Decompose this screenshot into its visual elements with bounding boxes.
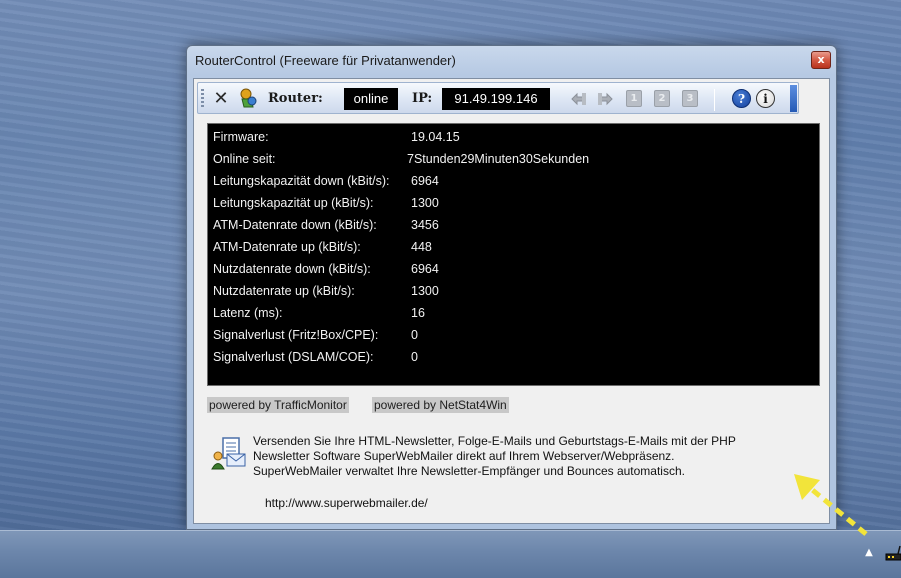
info-value: 1300 [411, 284, 439, 298]
info-row-online-since: Online seit: 7Stunden29Minuten30Sekunden [213, 148, 813, 170]
info-label: Online seit: [213, 152, 276, 166]
newsletter-icon [211, 436, 247, 470]
info-label: Leitungskapazität down (kBit/s): [213, 174, 390, 188]
powered-by-trafficmonitor-link[interactable]: powered by TrafficMonitor [207, 397, 349, 413]
disconnect-icon[interactable]: ✕ [212, 87, 230, 111]
info-row-atm-up: ATM-Datenrate up (kBit/s): 448 [213, 236, 813, 258]
info-label: Signalverlust (DSLAM/COE): [213, 350, 374, 364]
show-hidden-icons-chevron[interactable]: ▲ [862, 546, 876, 560]
ad-line-3: SuperWebMailer verwaltet Ihre Newsletter… [253, 464, 685, 478]
toolbar-grip[interactable] [201, 89, 204, 109]
router-info-panel: Firmware: 19.04.15 Online seit: 7Stunden… [207, 123, 820, 386]
router-status: online [344, 88, 398, 110]
superwebmailer-link[interactable]: http://www.superwebmailer.de/ [265, 496, 428, 510]
preset-1-button[interactable]: 1 [626, 90, 642, 107]
info-row-payload-up: Nutzdatenrate up (kBit/s): 1300 [213, 280, 813, 302]
info-value: 0 [411, 350, 418, 364]
info-label: Signalverlust (Fritz!Box/CPE): [213, 328, 379, 342]
info-value: 16 [411, 306, 425, 320]
info-value: 1300 [411, 196, 439, 210]
toolbar: ✕ Router: online IP: 91.49.199.146 1 2 3 [197, 82, 799, 114]
info-value: 19.04.15 [411, 130, 460, 144]
info-label: ATM-Datenrate up (kBit/s): [213, 240, 361, 254]
annotation-arrow-icon [794, 474, 868, 536]
info-value: 6964 [411, 262, 439, 276]
info-value: 448 [411, 240, 432, 254]
info-value: 6964 [411, 174, 439, 188]
info-label: ATM-Datenrate down (kBit/s): [213, 218, 377, 232]
routercontrol-window: RouterControl (Freeware für Privatanwend… [186, 45, 837, 530]
toolbar-end-cap [790, 85, 797, 112]
info-row-atm-down: ATM-Datenrate down (kBit/s): 3456 [213, 214, 813, 236]
info-value: 0 [411, 328, 418, 342]
info-row-capacity-up: Leitungskapazität up (kBit/s): 1300 [213, 192, 813, 214]
taskbar [0, 530, 901, 578]
ad-line-1: Versenden Sie Ihre HTML-Newsletter, Folg… [253, 434, 736, 448]
info-label: Latenz (ms): [213, 306, 283, 320]
info-row-capacity-down: Leitungskapazität down (kBit/s): 6964 [213, 170, 813, 192]
refresh-icon[interactable] [596, 90, 614, 108]
reconnect-icon[interactable] [570, 90, 588, 108]
info-row-firmware: Firmware: 19.04.15 [213, 126, 813, 148]
connect-icon[interactable] [238, 87, 258, 111]
info-label: Leitungskapazität up (kBit/s): [213, 196, 374, 210]
help-icon[interactable]: ? [732, 89, 751, 108]
toolbar-separator [714, 89, 715, 111]
info-value: 7Stunden29Minuten30Sekunden [407, 152, 590, 166]
ad-line-2: Newsletter Software SuperWebMailer direk… [253, 449, 675, 463]
ip-address: 91.49.199.146 [442, 88, 550, 110]
info-row-signal-loss-cpe: Signalverlust (Fritz!Box/CPE): 0 [213, 324, 813, 346]
info-label: Nutzdatenrate up (kBit/s): [213, 284, 355, 298]
info-row-signal-loss-coe: Signalverlust (DSLAM/COE): 0 [213, 346, 813, 368]
tray-routercontrol-icon[interactable] [884, 545, 901, 565]
ip-label: IP: [412, 91, 433, 106]
info-label: Nutzdatenrate down (kBit/s): [213, 262, 371, 276]
window-title: RouterControl (Freeware für Privatanwend… [195, 53, 456, 68]
close-button[interactable]: x [811, 51, 831, 69]
advertisement-text: Versenden Sie Ihre HTML-Newsletter, Folg… [253, 434, 813, 479]
info-row-latency: Latenz (ms): 16 [213, 302, 813, 324]
info-value: 3456 [411, 218, 439, 232]
preset-2-button[interactable]: 2 [654, 90, 670, 107]
info-icon[interactable]: i [756, 89, 775, 108]
title-bar[interactable]: RouterControl (Freeware für Privatanwend… [187, 46, 836, 76]
info-row-payload-down: Nutzdatenrate down (kBit/s): 6964 [213, 258, 813, 280]
info-label: Firmware: [213, 130, 269, 144]
powered-by-netstat4win-link[interactable]: powered by NetStat4Win [372, 397, 509, 413]
router-label: Router: [268, 91, 323, 106]
preset-3-button[interactable]: 3 [682, 90, 698, 107]
window-client-area: ✕ Router: online IP: 91.49.199.146 1 2 3 [193, 78, 830, 524]
